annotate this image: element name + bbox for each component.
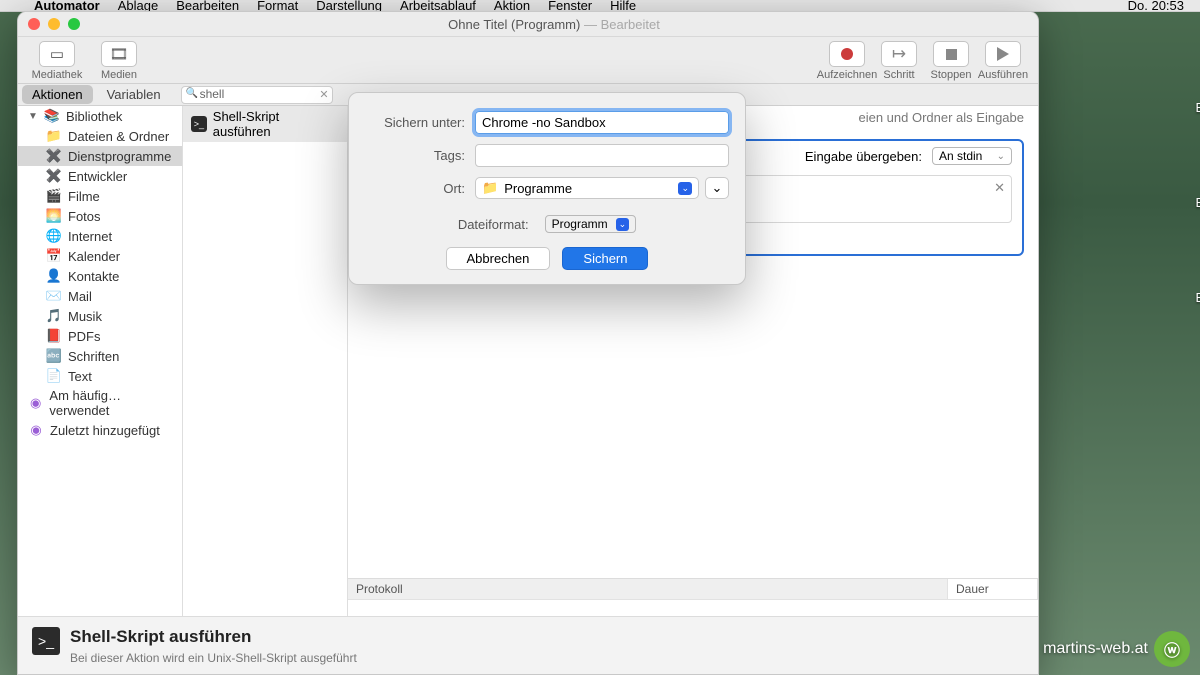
automator-window: Ohne Titel (Programm) — Bearbeitet ▭Medi… [17,11,1039,675]
sidebar-item-7[interactable]: 👤Kontakte [18,266,182,286]
action-results-list: >_ Shell-Skript ausführen [183,106,348,674]
record-button[interactable]: Aufzeichnen [822,41,872,81]
save-as-label: Sichern unter: [365,115,475,130]
category-icon: 📅 [46,248,62,264]
category-icon: ✉️ [46,288,62,304]
smart-folder-icon: ◉ [28,395,43,411]
sidebar-item-2[interactable]: ✖️Entwickler [18,166,182,186]
pass-input-label: Eingabe übergeben: [805,149,922,164]
window-title: Ohne Titel (Programm) — Bearbeitet [80,17,1028,32]
run-button[interactable]: Ausführen [978,41,1028,81]
stop-button[interactable]: Stoppen [926,41,976,81]
sidebar-item-8[interactable]: ✉️Mail [18,286,182,306]
file-format-select[interactable]: Programm⌄ [545,215,637,233]
category-icon: ✖️ [46,148,62,164]
sidebar-smart-1[interactable]: ◉Zuletzt hinzugefügt [18,420,182,440]
sidebar-item-11[interactable]: 🔤Schriften [18,346,182,366]
action-search-input[interactable]: shell✕ [181,86,333,104]
library-sidebar: ▼📚Bibliothek 📁Dateien & Ordner✖️Dienstpr… [18,106,183,674]
sidebar-item-3[interactable]: 🎬Filme [18,186,182,206]
expand-location-button[interactable]: ⌄ [705,177,729,199]
sidebar-item-6[interactable]: 📅Kalender [18,246,182,266]
sidebar-item-9[interactable]: 🎵Musik [18,306,182,326]
category-icon: ✖️ [46,168,62,184]
tab-actions[interactable]: Aktionen [22,85,93,104]
location-select[interactable]: 📁 Programme ⌄ [475,177,699,199]
folder-icon: 📁 [482,180,498,196]
smart-folder-icon: ◉ [28,422,44,438]
media-button[interactable]: 🎞Medien [90,41,148,81]
category-icon: 🎵 [46,308,62,324]
action-result-item[interactable]: >_ Shell-Skript ausführen [183,106,347,142]
clear-search-icon[interactable]: ✕ [319,88,328,101]
save-dialog: Sichern unter: Tags: Ort: 📁 Programme ⌄ … [348,92,746,285]
sidebar-item-10[interactable]: 📕PDFs [18,326,182,346]
category-icon: 📄 [46,368,62,384]
sidebar-item-5[interactable]: 🌐Internet [18,226,182,246]
watermark: martins-web.atⓦ [1043,631,1190,667]
desktop-icons: Bil Bil Bil [1196,100,1200,385]
sidebar-smart-0[interactable]: ◉Am häufig…verwendet [18,386,182,420]
pass-input-select[interactable]: An stdin⌄ [932,147,1012,165]
sidebar-item-1[interactable]: ✖️Dienstprogramme [18,146,182,166]
minimize-window-button[interactable] [48,18,60,30]
watermark-logo-icon: ⓦ [1154,631,1190,667]
category-icon: 👤 [46,268,62,284]
action-description-bar: >_ Shell-Skript ausführen Bei dieser Akt… [18,616,1038,674]
category-icon: 🌅 [46,208,62,224]
tab-variables[interactable]: Variablen [97,85,171,104]
sidebar-item-12[interactable]: 📄Text [18,366,182,386]
terminal-icon: >_ [191,116,207,132]
step-button[interactable]: ↦Schritt [874,41,924,81]
category-icon: 🌐 [46,228,62,244]
cancel-button[interactable]: Abbrechen [446,247,551,270]
category-icon: 🎬 [46,188,62,204]
log-col-duration[interactable]: Dauer [948,579,1038,599]
location-label: Ort: [365,181,475,196]
clock: Do. 20:53 [1128,0,1184,12]
sidebar-item-0[interactable]: 📁Dateien & Ordner [18,126,182,146]
action-description-text: Bei dieser Aktion wird ein Unix-Shell-Sk… [70,651,357,665]
toolbar: ▭Mediathek 🎞Medien Aufzeichnen ↦Schritt … [18,37,1038,84]
save-as-input[interactable] [475,111,729,134]
zoom-window-button[interactable] [68,18,80,30]
tags-label: Tags: [365,148,475,163]
tags-input[interactable] [475,144,729,167]
save-button[interactable]: Sichern [562,247,648,270]
file-format-label: Dateiformat: [458,217,539,232]
window-titlebar: Ohne Titel (Programm) — Bearbeitet [18,12,1038,37]
category-icon: 📁 [46,128,62,144]
terminal-icon: >_ [32,627,60,655]
category-icon: 🔤 [46,348,62,364]
sidebar-root-library[interactable]: ▼📚Bibliothek [18,106,182,126]
log-col-protocol[interactable]: Protokoll [348,579,948,599]
remove-action-button[interactable]: ✕ [994,180,1005,196]
action-description-title: Shell-Skript ausführen [70,627,357,647]
sidebar-item-4[interactable]: 🌅Fotos [18,206,182,226]
close-window-button[interactable] [28,18,40,30]
library-toggle-button[interactable]: ▭Mediathek [28,41,86,81]
category-icon: 📕 [46,328,62,344]
